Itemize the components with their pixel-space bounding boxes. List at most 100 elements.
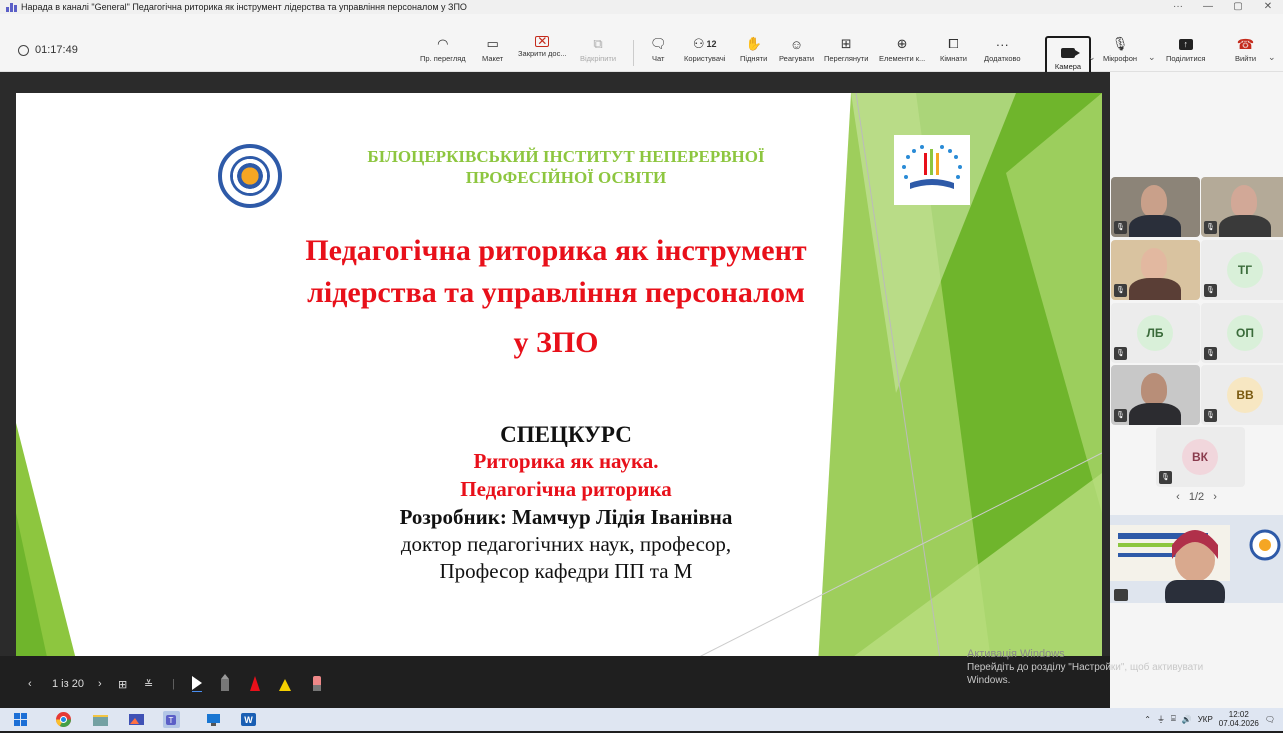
share-icon: ↑	[1178, 36, 1193, 52]
apps-button[interactable]: ⊕ Елементи к...	[879, 36, 925, 63]
people-icon: ⚇ 12	[692, 36, 717, 51]
slide: БІЛОЦЕРКІВСЬКИЙ ІНСТИТУТ НЕПЕРЕРВНОЇ ПРО…	[16, 93, 1102, 699]
teams-icon	[6, 2, 17, 12]
slide-title: Педагогічна риторика як інструмент лідер…	[305, 234, 807, 359]
mic-muted-icon: 🎙	[1204, 284, 1217, 297]
react-button[interactable]: ☺ Реагувати	[779, 36, 814, 64]
eraser-icon[interactable]	[310, 674, 324, 692]
network-icon[interactable]: ⌸	[1171, 714, 1176, 724]
rooms-icon: ⧠	[948, 36, 959, 51]
restore-button[interactable]: ▢	[1223, 0, 1253, 14]
smile-icon: ☺	[789, 36, 804, 52]
view-button[interactable]: ⊞ Переглянути	[824, 36, 868, 63]
red-pen-icon[interactable]	[248, 674, 262, 692]
leave-options-chevron-icon[interactable]: ⌄	[1268, 52, 1276, 63]
grid-view-icon[interactable]: ⊞	[118, 678, 127, 691]
participant-tile-3[interactable]: 🎙	[1111, 240, 1200, 300]
participants-panel: 🎙 🎙 🎙 ТГ 🎙 ЛБ 🎙 ОП 🎙 🎙 ВВ 🎙 ВК 🎙	[1110, 72, 1283, 708]
file-explorer-icon[interactable]	[92, 711, 109, 728]
participant-tile-7[interactable]: 🎙	[1111, 365, 1200, 425]
institute-logo-right	[894, 135, 970, 205]
svg-text:T: T	[169, 716, 174, 725]
clock[interactable]: 12:02 07.04.2026	[1219, 710, 1259, 728]
more-button[interactable]: ··· Додатково	[984, 36, 1021, 64]
pointer-icon[interactable]	[190, 674, 204, 693]
preview-button[interactable]: ◠ Пр. перегляд	[420, 36, 466, 63]
mic-muted-icon: 🎙	[1204, 221, 1217, 234]
microphone-button[interactable]: 🎙 Мікрофон	[1103, 36, 1137, 63]
leave-button[interactable]: ☎ Вийти	[1235, 35, 1256, 64]
word-icon[interactable]: W	[240, 711, 257, 728]
system-tray: ⌃ ⏚ ⌸ 🔊 УКР 12:02 07.04.2026 🗨	[1144, 710, 1275, 728]
meeting-toolbar: 01:17:49 ◠ Пр. перегляд ▭ Макет ✕ Закрити д…	[0, 14, 1283, 82]
pager-prev-icon[interactable]: ‹	[1176, 491, 1180, 503]
presenter-video-frame	[1110, 515, 1283, 603]
participant-tile-2[interactable]: 🎙	[1201, 177, 1283, 237]
author-block: Розробник: Мамчур Лідія Іванівна доктор …	[399, 505, 733, 583]
institute-name: БІЛОЦЕРКІВСЬКИЙ ІНСТИТУТ НЕПЕРЕРВНОЇ ПРО…	[367, 147, 765, 187]
participant-tile-5[interactable]: ЛБ 🎙	[1111, 303, 1200, 363]
hangup-icon: ☎	[1236, 35, 1255, 52]
language-indicator[interactable]: УКР	[1198, 715, 1213, 724]
participant-avatar: ТГ	[1227, 252, 1263, 288]
undock-button[interactable]: ⧉ Відкріпити	[580, 36, 616, 63]
notifications-icon[interactable]: 🗨	[1265, 715, 1275, 724]
minimize-button[interactable]: —	[1193, 0, 1223, 14]
start-icon[interactable]	[12, 711, 29, 728]
photos-icon[interactable]	[128, 711, 145, 728]
institute-logo-left	[218, 144, 282, 208]
teams-taskbar-icon[interactable]: T	[163, 711, 180, 728]
volume-icon[interactable]: 🔊	[1182, 715, 1192, 724]
controls-divider: |	[172, 678, 175, 690]
participant-tile-4[interactable]: ТГ 🎙	[1201, 240, 1283, 300]
camera-icon	[1061, 47, 1080, 58]
pen-icon[interactable]	[218, 674, 232, 692]
mic-muted-icon: 🎙	[1159, 471, 1172, 484]
popout-icon: ⧉	[593, 36, 603, 51]
chat-button[interactable]: 🗨 Чат	[650, 36, 667, 63]
participant-tile-6[interactable]: ОП 🎙	[1201, 303, 1283, 363]
participant-avatar: ВВ	[1227, 377, 1263, 413]
participant-avatar: ЛБ	[1137, 315, 1173, 351]
hand-icon: ✋	[745, 36, 762, 51]
participant-tile-1[interactable]: 🎙	[1111, 177, 1200, 237]
close-window-button[interactable]: ✕	[1253, 0, 1283, 14]
camera-options-chevron-icon[interactable]: ⌄	[1088, 52, 1096, 63]
more-window-button[interactable]: ···	[1163, 0, 1193, 14]
layout-icon: ▭	[486, 36, 499, 51]
window-title: Нарада в каналі "General" Педагогічна ри…	[21, 2, 467, 12]
tray-chevron-icon[interactable]: ⌃	[1144, 715, 1151, 724]
taskbar: T W ⌃ ⏚ ⌸ 🔊 УКР 12:02 07.04.2026 🗨	[0, 708, 1283, 731]
meeting-timer: 01:17:49	[18, 44, 78, 56]
rooms-button[interactable]: ⧠ Кімнати	[940, 36, 967, 63]
mic-muted-icon: 🎙	[1204, 347, 1217, 360]
mic-muted-icon: 🎙	[1114, 284, 1127, 297]
mic-muted-icon: 🎙	[1114, 221, 1127, 234]
remote-desktop-icon[interactable]	[205, 711, 222, 728]
close-document-button[interactable]: ✕ Закрити дос...	[518, 35, 567, 58]
eye-icon: ◠	[437, 36, 449, 51]
presenter-video[interactable]	[1110, 515, 1283, 603]
chrome-icon[interactable]	[55, 711, 72, 728]
participants-pager: ‹ 1/2 ›	[1176, 491, 1217, 503]
apps-icon: ⊕	[896, 36, 908, 51]
mic-muted-icon: 🎙	[1114, 409, 1127, 422]
people-button[interactable]: ⚇ 12 Користувачі	[684, 36, 725, 63]
next-slide-icon[interactable]: ›	[98, 678, 102, 690]
course-block: СПЕЦКУРС Риторика як наука. Педагогічна …	[460, 422, 672, 502]
settings-sliders-icon[interactable]: ≚	[144, 678, 153, 691]
highlighter-icon[interactable]	[278, 674, 292, 692]
prev-slide-icon[interactable]: ‹	[28, 678, 32, 690]
mic-muted-icon: 🎙	[1114, 347, 1127, 360]
share-button[interactable]: ↑ Поділитися	[1166, 36, 1205, 63]
page-indicator: 1 із 20	[52, 678, 84, 690]
people-count: 12	[706, 39, 717, 49]
usb-icon[interactable]: ⏚	[1157, 714, 1165, 725]
participant-tile-9[interactable]: ВК 🎙	[1156, 427, 1245, 487]
pager-next-icon[interactable]: ›	[1213, 491, 1217, 503]
mic-options-chevron-icon[interactable]: ⌄	[1148, 52, 1156, 63]
raise-hand-button[interactable]: ✋ Підняти	[740, 36, 767, 63]
participant-tile-8[interactable]: ВВ 🎙	[1201, 365, 1283, 425]
layout-button[interactable]: ▭ Макет	[482, 36, 503, 63]
slide-controls: ‹ 1 із 20 › ⊞ ≚ |	[0, 656, 1110, 708]
